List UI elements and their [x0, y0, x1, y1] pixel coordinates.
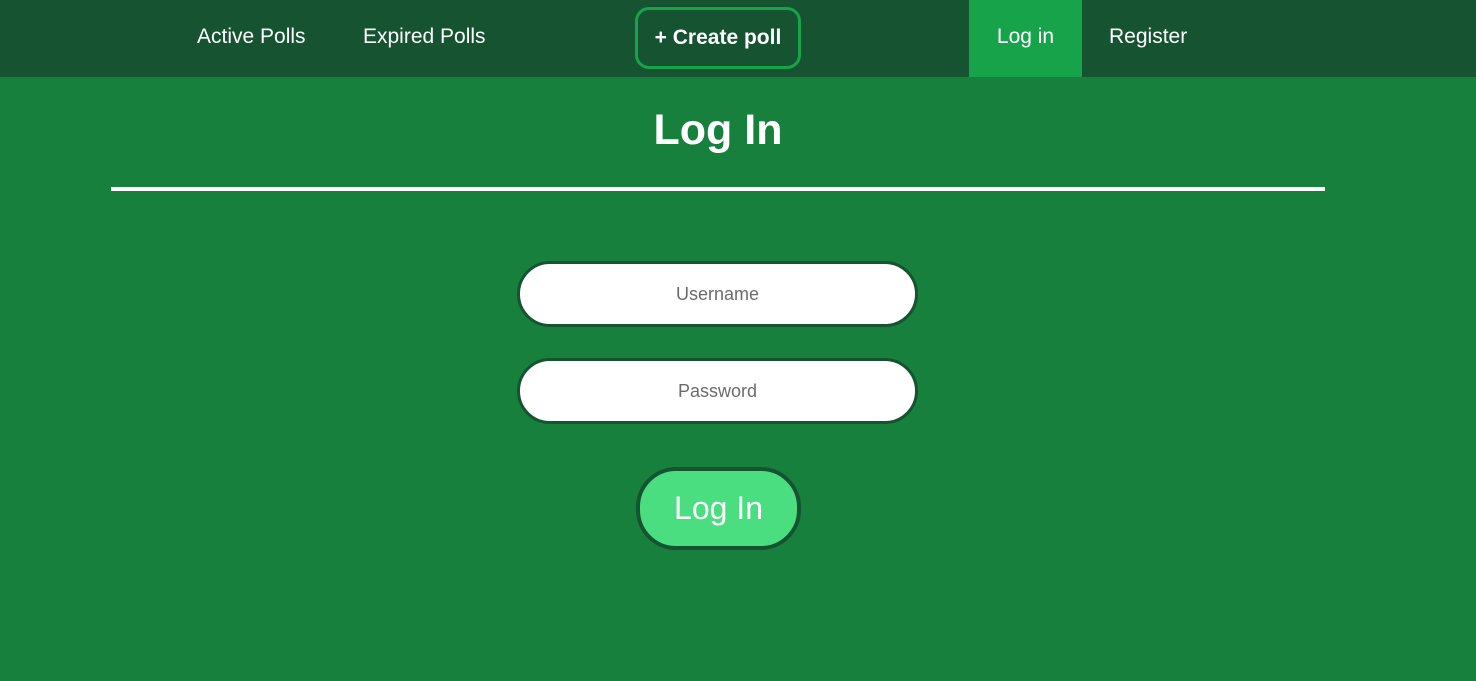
nav-expired-polls[interactable]: Expired Polls	[363, 0, 486, 77]
nav-register[interactable]: Register	[1109, 0, 1187, 77]
title-divider	[111, 187, 1325, 191]
log-in-button[interactable]: Log In	[636, 467, 801, 550]
page-title: Log In	[653, 106, 783, 154]
top-nav: Active Polls Expired Polls + Create poll…	[0, 0, 1476, 77]
password-input[interactable]	[517, 358, 918, 424]
nav-log-in[interactable]: Log in	[969, 0, 1082, 77]
create-poll-button[interactable]: + Create poll	[635, 7, 801, 69]
nav-active-polls[interactable]: Active Polls	[197, 0, 306, 77]
username-input[interactable]	[517, 261, 918, 327]
